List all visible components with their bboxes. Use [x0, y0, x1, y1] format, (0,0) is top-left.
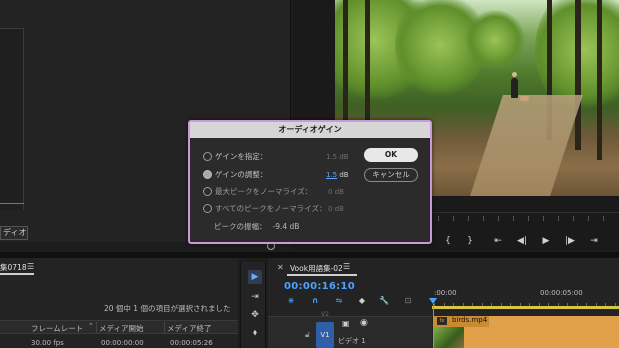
ruler-time-label: 00:00:05:00	[540, 289, 583, 297]
cell-media-start: 00:00:00:00	[101, 339, 144, 347]
ok-button[interactable]: OK	[364, 148, 418, 162]
close-icon[interactable]: ✕	[277, 263, 284, 272]
project-tab[interactable]: 集0718	[0, 262, 27, 273]
option-label: ゲインの調整：	[215, 169, 268, 179]
ruler-tick	[558, 216, 559, 221]
left-panel-tab[interactable]: ディオ	[0, 226, 28, 240]
source-patch-v1[interactable]: V1	[316, 322, 334, 348]
normalize-max-peak-value: 0 dB	[328, 188, 344, 196]
option-normalize-all-peaks[interactable]: すべてのピークをノーマライズ：	[203, 202, 326, 214]
radio-adjust-gain[interactable]	[203, 169, 212, 179]
normalize-all-peaks-value: 0 dB	[328, 205, 344, 213]
peak-amplitude-row: ピークの振幅： -9.4 dB	[214, 221, 299, 232]
option-label: ゲインを指定：	[215, 151, 268, 161]
ruler-tick	[588, 216, 589, 221]
adjust-gain-number[interactable]: 1.5	[326, 171, 337, 179]
option-label: すべてのピークをノーマライズ：	[215, 203, 327, 213]
audio-gain-dialog: オーディオゲイン ゲインを指定： 1.5 dB ゲインの調整： 1.5 dB 最…	[188, 120, 432, 244]
option-adjust-gain[interactable]: ゲインの調整：	[203, 168, 267, 180]
nest-sequence-icon[interactable]: ⋇	[285, 295, 297, 307]
program-time-ruler[interactable]	[430, 212, 619, 221]
adjust-gain-unit: dB	[337, 171, 349, 179]
lock-icon[interactable]: 🔓︎	[305, 330, 310, 340]
play-icon[interactable]: ▶	[538, 234, 554, 248]
ruler-tick	[498, 216, 499, 221]
adjust-gain-value[interactable]: 1.5 dB	[326, 171, 349, 179]
add-marker-icon[interactable]: ◆	[356, 295, 368, 307]
dialog-title: オーディオゲイン	[190, 122, 430, 138]
step-forward-icon[interactable]: |▶	[562, 234, 578, 248]
go-to-in-icon[interactable]: ⇤	[490, 234, 506, 248]
ruler-tick	[573, 216, 574, 221]
peak-amplitude-label: ピークの振幅：	[214, 222, 267, 231]
eye-icon[interactable]: ◉	[360, 318, 368, 328]
track-select-tool-icon[interactable]: ⇥	[248, 290, 262, 304]
ruler-tick	[543, 216, 544, 221]
selection-status: 20 個中 1 個の項目が選択されました	[104, 304, 231, 313]
active-tab-indicator	[287, 274, 357, 276]
audio-meter-graph	[0, 28, 24, 210]
option-normalize-max-peak[interactable]: 最大ピークをノーマライズ：	[203, 185, 312, 197]
mark-in-icon[interactable]: {	[440, 234, 456, 248]
clip-name: birds.mp4	[452, 316, 488, 324]
go-to-out-icon[interactable]: ⇥	[586, 234, 602, 248]
set-gain-value: 1.5 dB	[326, 153, 349, 161]
playhead-timecode[interactable]: 00:00:16:10	[284, 281, 355, 292]
tools-panel: ▶ ⇥ ✥ ⬧	[240, 262, 266, 348]
cancel-button[interactable]: キャンセル	[364, 168, 418, 182]
column-header-row: フレームレート ⌃ メディア開始 メディア終了	[0, 320, 238, 334]
step-back-icon[interactable]: ◀|	[514, 234, 530, 248]
fx-badge-icon: fx	[437, 317, 447, 325]
ruler-tick	[438, 216, 439, 221]
razor-tool-icon[interactable]: ⬧	[248, 326, 262, 340]
snap-icon[interactable]: ∩	[309, 295, 321, 307]
ruler-tick	[528, 216, 529, 221]
radio-normalize-max-peak[interactable]	[203, 186, 212, 196]
option-label: 最大ピークをノーマライズ：	[215, 186, 313, 196]
linked-selection-icon[interactable]: ⇋	[333, 295, 345, 307]
ruler-time-label: :00:00	[434, 289, 457, 297]
option-set-gain[interactable]: ゲインを指定：	[203, 150, 267, 162]
timeline-tab[interactable]: Vook用語集-02	[290, 263, 343, 274]
transport-controls: { } ⇤ ◀| ▶ |▶ ⇥	[430, 230, 619, 252]
ruler-tick	[453, 216, 454, 221]
sort-ascending-icon[interactable]: ⌃	[88, 322, 94, 330]
project-menu-icon[interactable]: ☰	[27, 262, 34, 271]
track-name: ビデオ 1	[338, 337, 366, 345]
clip-thumbnail	[434, 327, 464, 348]
radio-normalize-all-peaks[interactable]	[203, 203, 212, 213]
ruler-tick	[468, 216, 469, 221]
ruler-tick	[513, 216, 514, 221]
cell-frame-rate: 30.00 fps	[31, 339, 64, 347]
ripple-edit-tool-icon[interactable]: ✥	[248, 308, 262, 322]
peak-amplitude-value: -9.4 dB	[272, 222, 300, 231]
column-divider[interactable]	[164, 322, 165, 333]
captions-icon[interactable]: ⊡	[402, 295, 414, 307]
column-header-frame-rate[interactable]: フレームレート	[31, 323, 83, 334]
column-divider[interactable]	[96, 322, 97, 333]
sync-lock-icon[interactable]: ▣	[342, 319, 350, 328]
ruler-tick	[603, 216, 604, 221]
radio-set-gain[interactable]	[203, 151, 212, 161]
cell-media-end: 00:00:05:26	[170, 339, 213, 347]
work-area-bar[interactable]	[432, 306, 619, 309]
playhead-line	[433, 304, 434, 348]
timeline-menu-icon[interactable]: ☰	[343, 262, 350, 271]
column-header-media-start[interactable]: メディア開始	[99, 323, 143, 334]
column-header-media-end[interactable]: メディア終了	[167, 323, 211, 334]
mark-out-icon[interactable]: }	[462, 234, 478, 248]
wrench-icon[interactable]: 🔧	[378, 295, 390, 307]
ruler-tick	[483, 216, 484, 221]
active-tab-indicator	[0, 273, 34, 275]
selection-tool-icon[interactable]: ▶	[248, 270, 262, 284]
